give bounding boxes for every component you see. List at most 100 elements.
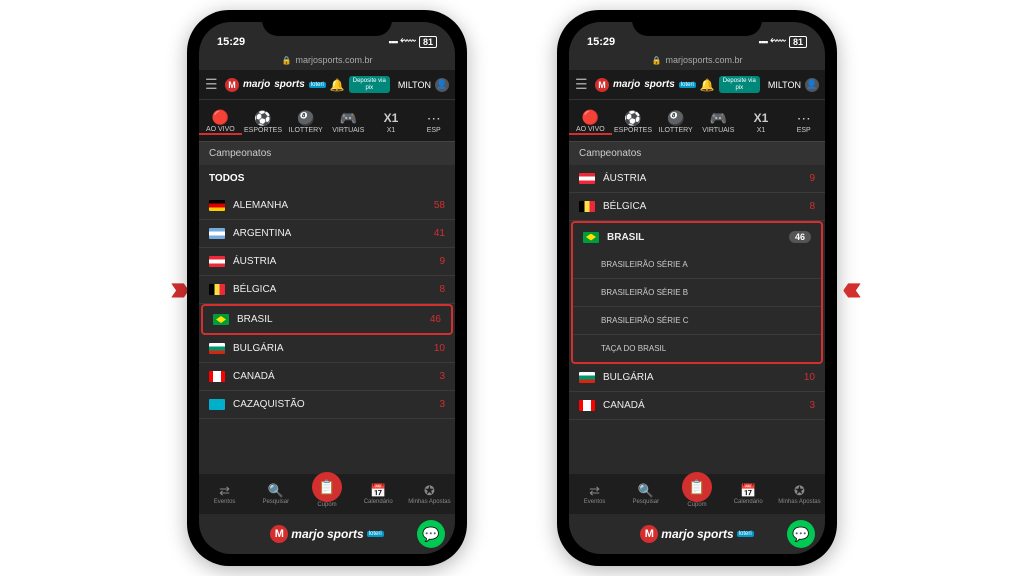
tab-ilottery[interactable]: 🎱ILOTTERY — [654, 108, 697, 134]
browser-url-bar[interactable]: 🔒 marjosports.com.br — [569, 50, 825, 70]
country-name: ARGENTINA — [233, 228, 434, 239]
flag-icon-bg — [209, 343, 225, 354]
footer-brand-1: marjo — [291, 527, 324, 541]
pix-deposit-badge[interactable]: Deposite viapix — [719, 76, 760, 93]
lottery-icon: 🎱 — [284, 110, 327, 126]
flag-icon-be — [209, 284, 225, 295]
x1-icon: X1 — [740, 110, 783, 126]
country-list: ALEMANHA58ARGENTINA41ÁUSTRIA9BÉLGICA8BRA… — [199, 192, 455, 474]
footer-logo: M marjosports loteri 💬 — [569, 514, 825, 554]
pix-deposit-badge[interactable]: Deposite viapix — [349, 76, 390, 93]
soccer-icon: ⚽ — [612, 110, 655, 126]
nav-pesquisar[interactable]: 🔍Pesquisar — [620, 483, 671, 505]
country-name: ALEMANHA — [233, 200, 434, 211]
browser-url-bar[interactable]: 🔒 marjosports.com.br — [199, 50, 455, 70]
league-row[interactable]: BRASILEIRÃO SÉRIE C — [573, 307, 821, 335]
tab-virtuais[interactable]: 🎮VIRTUAIS — [327, 108, 370, 134]
league-row[interactable]: BRASILEIRÃO SÉRIE B — [573, 279, 821, 307]
country-list: ÁUSTRIA9BÉLGICA8BRASIL46BRASILEIRÃO SÉRI… — [569, 165, 825, 474]
footer-brand-2: sports — [697, 527, 734, 541]
chat-icon[interactable]: 💬 — [417, 520, 445, 548]
logo-icon[interactable]: M — [595, 78, 609, 92]
country-row-bulgária[interactable]: BULGÁRIA10 — [569, 364, 825, 392]
section-todos[interactable]: TODOS — [199, 165, 455, 192]
nav-calendario[interactable]: 📅Calendário — [353, 483, 404, 505]
app-header: ☰ M marjosports loteri 🔔 Deposite viapix… — [199, 70, 455, 100]
category-tabs: 🔴AO VIVO ⚽ESPORTES 🎱ILOTTERY 🎮VIRTUAIS X… — [569, 100, 825, 142]
nav-eventos[interactable]: ⇄Eventos — [569, 483, 620, 505]
tab-virtuais[interactable]: 🎮VIRTUAIS — [697, 108, 740, 134]
nav-eventos[interactable]: ⇄Eventos — [199, 483, 250, 505]
country-count: 3 — [439, 399, 445, 410]
country-row-canadá[interactable]: CANADÁ3 — [569, 392, 825, 420]
league-row[interactable]: TAÇA DO BRASIL — [573, 335, 821, 362]
league-row[interactable]: BRASILEIRÃO SÉRIE A — [573, 251, 821, 279]
logo-text-1: marjo — [613, 79, 640, 90]
nav-calendario[interactable]: 📅Calendário — [723, 483, 774, 505]
flag-icon-at — [209, 256, 225, 267]
country-row-brasil[interactable]: BRASIL46 — [201, 304, 453, 335]
hamburger-icon[interactable]: ☰ — [575, 76, 591, 93]
chat-icon[interactable]: 💬 — [787, 520, 815, 548]
footer-logo-icon: M — [270, 525, 288, 543]
more-icon: ⋯ — [782, 110, 825, 126]
bets-icon: ✪ — [774, 483, 825, 499]
nav-apostas[interactable]: ✪Minhas Apostas — [774, 483, 825, 505]
nav-cupom[interactable]: 📋Cupom — [671, 480, 722, 508]
flag-icon-bg — [579, 372, 595, 383]
nav-pesquisar[interactable]: 🔍Pesquisar — [250, 483, 301, 505]
soccer-icon: ⚽ — [242, 110, 285, 126]
logo-icon[interactable]: M — [225, 78, 239, 92]
country-count: 3 — [809, 400, 815, 411]
country-row-áustria[interactable]: ÁUSTRIA9 — [199, 248, 455, 276]
hamburger-icon[interactable]: ☰ — [205, 76, 221, 93]
country-row-brasil[interactable]: BRASIL46 — [573, 223, 821, 251]
country-name: BÉLGICA — [603, 201, 809, 212]
url-text: marjosports.com.br — [295, 55, 372, 65]
tab-esportes[interactable]: ⚽ESPORTES — [612, 108, 655, 134]
search-icon: 🔍 — [620, 483, 671, 499]
avatar-icon[interactable]: 👤 — [805, 78, 819, 92]
username-label[interactable]: MILTON — [398, 80, 431, 90]
tab-esportes[interactable]: ⚽ESPORTES — [242, 108, 285, 134]
virtual-icon: 🎮 — [697, 110, 740, 126]
pointer-arrows-left: ‹‹‹ — [842, 267, 854, 309]
country-row-alemanha[interactable]: ALEMANHA58 — [199, 192, 455, 220]
country-name: CANADÁ — [233, 371, 439, 382]
section-campeonatos: Campeonatos — [199, 142, 455, 165]
flag-icon-at — [579, 173, 595, 184]
expanded-brasil: BRASIL46BRASILEIRÃO SÉRIE ABRASILEIRÃO S… — [571, 221, 823, 364]
tab-x1[interactable]: X1X1 — [370, 108, 413, 134]
country-row-bulgária[interactable]: BULGÁRIA10 — [199, 335, 455, 363]
avatar-icon[interactable]: 👤 — [435, 78, 449, 92]
bell-icon[interactable]: 🔔 — [330, 78, 345, 92]
country-row-bélgica[interactable]: BÉLGICA8 — [569, 193, 825, 221]
live-icon: 🔴 — [569, 109, 612, 125]
phone-mockup-right: 15:29 ▪▪▪▪ ⬳ 81 🔒 marjosports.com.br ☰ M… — [557, 10, 837, 566]
country-row-cazaquistão[interactable]: CAZAQUISTÃO3 — [199, 391, 455, 419]
category-tabs: 🔴AO VIVO ⚽ESPORTES 🎱ILOTTERY 🎮VIRTUAIS X… — [199, 100, 455, 142]
country-row-áustria[interactable]: ÁUSTRIA9 — [569, 165, 825, 193]
tab-aovivo[interactable]: 🔴AO VIVO — [569, 107, 612, 135]
lottery-icon: 🎱 — [654, 110, 697, 126]
tab-ilottery[interactable]: 🎱ILOTTERY — [284, 108, 327, 134]
tab-aovivo[interactable]: 🔴AO VIVO — [199, 107, 242, 135]
country-row-canadá[interactable]: CANADÁ3 — [199, 363, 455, 391]
country-count: 8 — [809, 201, 815, 212]
ios-status-bar: 15:29 ▪▪▪▪ ⬳ 81 — [569, 22, 825, 50]
country-row-bélgica[interactable]: BÉLGICA8 — [199, 276, 455, 304]
username-label[interactable]: MILTON — [768, 80, 801, 90]
country-count: 10 — [434, 343, 445, 354]
flag-icon-ca — [209, 371, 225, 382]
nav-apostas[interactable]: ✪Minhas Apostas — [404, 483, 455, 505]
logo-subtitle: loteri — [679, 82, 696, 88]
section-campeonatos: Campeonatos — [569, 142, 825, 165]
tab-more[interactable]: ⋯ESP — [782, 108, 825, 134]
tab-x1[interactable]: X1X1 — [740, 108, 783, 134]
bell-icon[interactable]: 🔔 — [700, 78, 715, 92]
country-name: BÉLGICA — [233, 284, 439, 295]
bottom-nav: ⇄Eventos 🔍Pesquisar 📋Cupom 📅Calendário ✪… — [569, 474, 825, 514]
nav-cupom[interactable]: 📋Cupom — [301, 480, 352, 508]
tab-more[interactable]: ⋯ESP — [412, 108, 455, 134]
country-row-argentina[interactable]: ARGENTINA41 — [199, 220, 455, 248]
